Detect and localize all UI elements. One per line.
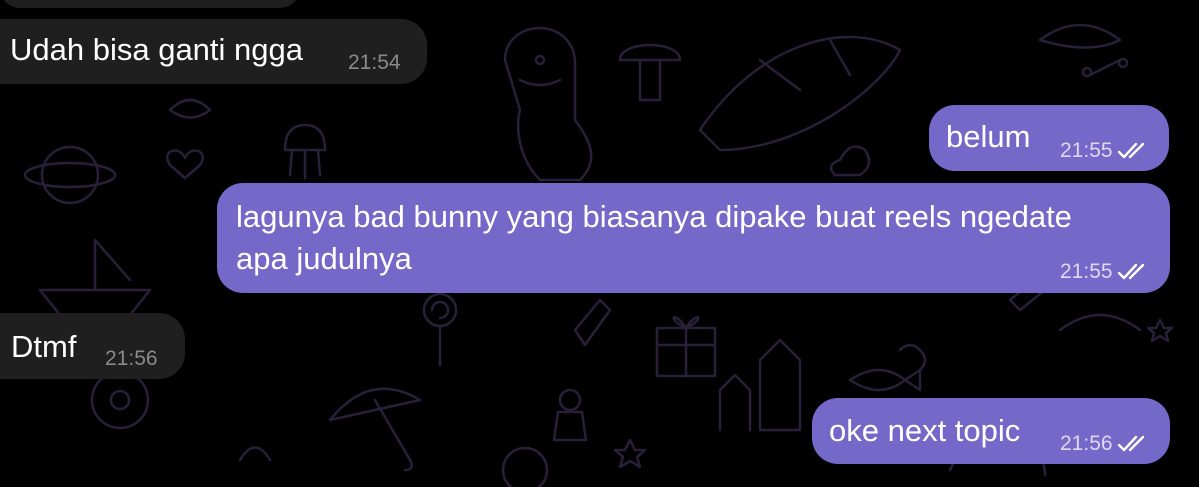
outgoing-message-bubble[interactable]: belum 21:55 bbox=[929, 105, 1169, 171]
message-text: oke next topic bbox=[829, 413, 1021, 448]
incoming-message-bubble[interactable]: Udah bisa ganti ngga 21:54 bbox=[0, 19, 427, 84]
message-meta: 21:55 bbox=[1060, 260, 1151, 284]
outgoing-message-bubble[interactable]: lagunya bad bunny yang biasanya dipake b… bbox=[217, 183, 1170, 293]
message-text: belum bbox=[946, 119, 1031, 154]
double-check-icon bbox=[1117, 435, 1144, 452]
message-text: Udah bisa ganti ngga bbox=[10, 32, 304, 67]
message-meta: 21:54 bbox=[348, 51, 401, 75]
message-time: 21:56 bbox=[1060, 432, 1113, 455]
message-text-line-1: lagunya bad bunny yang biasanya dipake b… bbox=[236, 199, 1072, 234]
message-time: 21:55 bbox=[1060, 260, 1113, 283]
message-time: 21:54 bbox=[348, 51, 401, 74]
outgoing-message-bubble[interactable]: oke next topic 21:56 bbox=[812, 398, 1170, 464]
incoming-message-bubble[interactable]: Dtmf 21:56 bbox=[0, 313, 185, 379]
double-check-icon bbox=[1117, 142, 1144, 159]
message-meta: 21:56 bbox=[105, 347, 158, 371]
previous-message-bubble-edge bbox=[0, 0, 300, 8]
message-meta: 21:56 bbox=[1060, 432, 1151, 456]
double-check-icon bbox=[1117, 263, 1144, 280]
message-time: 21:56 bbox=[105, 347, 158, 370]
message-meta: 21:55 bbox=[1060, 139, 1151, 163]
message-time: 21:55 bbox=[1060, 139, 1113, 162]
message-text-line-2: apa judulnya bbox=[236, 241, 412, 276]
message-text: Dtmf bbox=[11, 329, 77, 364]
